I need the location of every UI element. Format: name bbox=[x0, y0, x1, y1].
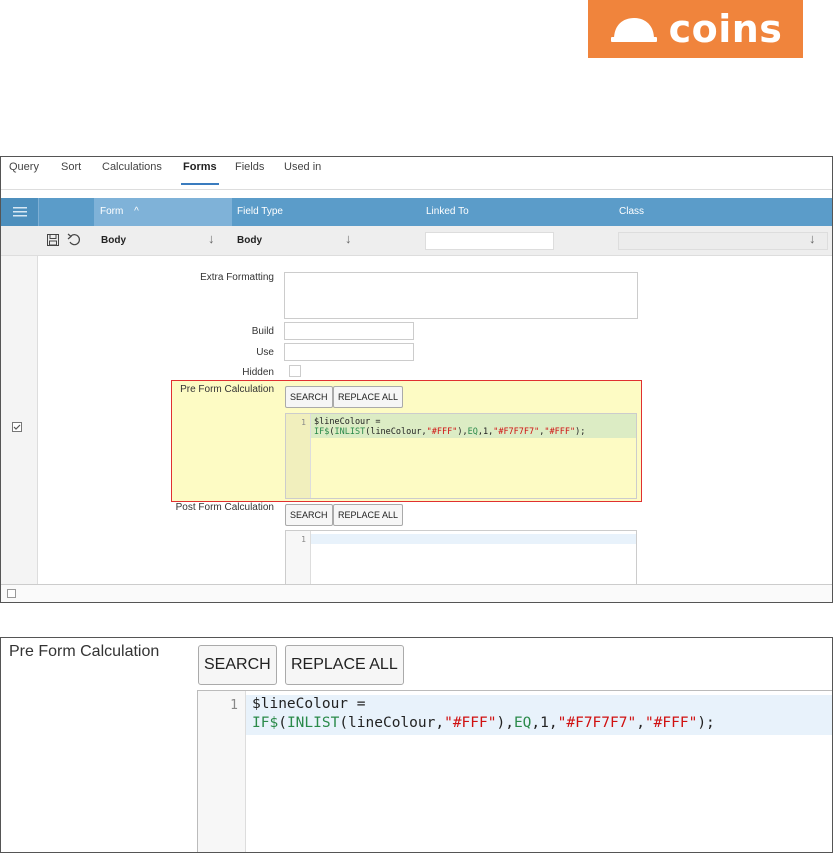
class-select-arrow-icon[interactable]: ↓ bbox=[809, 231, 816, 246]
search-button[interactable]: SEARCH bbox=[198, 645, 277, 685]
build-label: Build bbox=[251, 326, 274, 337]
tab-used-in[interactable]: Used in bbox=[284, 161, 321, 173]
tab-calculations[interactable]: Calculations bbox=[102, 161, 162, 173]
use-label: Use bbox=[256, 347, 274, 358]
column-header-linked-to[interactable]: Linked To bbox=[426, 198, 469, 226]
linked-to-input[interactable] bbox=[425, 232, 554, 250]
line-number: 1 bbox=[301, 535, 306, 544]
field-type-select-arrow-icon[interactable]: ↓ bbox=[345, 231, 352, 246]
pre-form-replace-all-button[interactable]: REPLACE ALL bbox=[333, 386, 404, 408]
code-line-1: $lineColour = bbox=[314, 417, 381, 427]
pre-form-calculation-label: Pre Form Calculation bbox=[180, 384, 274, 395]
pre-form-calculation-label: Pre Form Calculation bbox=[9, 643, 160, 660]
grid-edit-row: Body ↓ Body ↓ ↓ bbox=[1, 226, 832, 256]
sort-ascending-icon: ^ bbox=[134, 206, 139, 217]
line-number: 1 bbox=[230, 698, 238, 713]
code-editor[interactable]: 1 $lineColour = IF$(INLIST(lineColour,"#… bbox=[197, 690, 832, 852]
column-header-class[interactable]: Class bbox=[619, 198, 644, 226]
field-type-select[interactable]: Body bbox=[237, 232, 262, 250]
form-select[interactable]: Body bbox=[101, 232, 126, 250]
pre-form-code-editor[interactable]: 1 $lineColour = IF$(INLIST(lineColour,"#… bbox=[285, 413, 637, 499]
grid-menu-button[interactable] bbox=[1, 198, 38, 226]
hard-hat-icon bbox=[610, 18, 657, 42]
use-input[interactable] bbox=[284, 343, 414, 361]
tab-fields[interactable]: Fields bbox=[235, 161, 264, 173]
active-line-highlight bbox=[311, 534, 636, 544]
pre-form-search-button[interactable]: SEARCH bbox=[285, 386, 333, 408]
save-icon[interactable] bbox=[47, 234, 59, 249]
extra-formatting-label: Extra Formatting bbox=[200, 272, 274, 283]
column-header-field-type[interactable]: Field Type bbox=[237, 198, 283, 226]
forms-editor-screenshot: Query Sort Calculations Forms Fields Use… bbox=[0, 156, 833, 603]
post-form-replace-all-button[interactable]: REPLACE ALL bbox=[333, 504, 404, 526]
coins-logo: coins bbox=[588, 0, 803, 58]
build-input[interactable] bbox=[284, 322, 414, 340]
tab-bar: Query Sort Calculations Forms Fields Use… bbox=[1, 157, 832, 190]
row-selector-column bbox=[1, 256, 38, 586]
grid-header: Form ^ Field Type Linked To Class bbox=[1, 198, 832, 226]
hidden-label: Hidden bbox=[242, 367, 274, 378]
code-line-2: IF$(INLIST(lineColour,"#FFF"),EQ,1,"#F7F… bbox=[252, 715, 715, 731]
form-select-arrow-icon[interactable]: ↓ bbox=[208, 231, 215, 246]
grid-actions-header bbox=[38, 198, 94, 226]
tab-query[interactable]: Query bbox=[9, 161, 39, 173]
post-form-calculation-label: Post Form Calculation bbox=[175, 502, 274, 513]
line-number: 1 bbox=[301, 418, 306, 427]
pre-form-calculation-zoom: Pre Form Calculation SEARCH REPLACE ALL … bbox=[0, 637, 833, 853]
row-checkbox[interactable] bbox=[12, 422, 22, 435]
tab-sort[interactable]: Sort bbox=[61, 161, 81, 173]
undo-icon[interactable] bbox=[67, 232, 81, 249]
status-bar bbox=[1, 584, 832, 602]
post-form-code-editor[interactable]: 1 bbox=[285, 530, 637, 590]
menu-icon bbox=[12, 207, 27, 217]
hidden-checkbox[interactable] bbox=[289, 365, 301, 377]
column-header-form[interactable]: Form ^ bbox=[94, 198, 232, 226]
logo-text: coins bbox=[668, 7, 783, 51]
replace-all-button[interactable]: REPLACE ALL bbox=[285, 645, 404, 685]
status-checkbox[interactable] bbox=[7, 589, 16, 598]
extra-formatting-textarea[interactable] bbox=[284, 272, 638, 319]
code-line-1: $lineColour = bbox=[252, 696, 366, 712]
code-line-2: IF$(INLIST(lineColour,"#FFF"),EQ,1,"#F7F… bbox=[314, 427, 586, 437]
tab-forms[interactable]: Forms bbox=[181, 161, 219, 185]
class-select[interactable] bbox=[618, 232, 828, 250]
post-form-search-button[interactable]: SEARCH bbox=[285, 504, 333, 526]
